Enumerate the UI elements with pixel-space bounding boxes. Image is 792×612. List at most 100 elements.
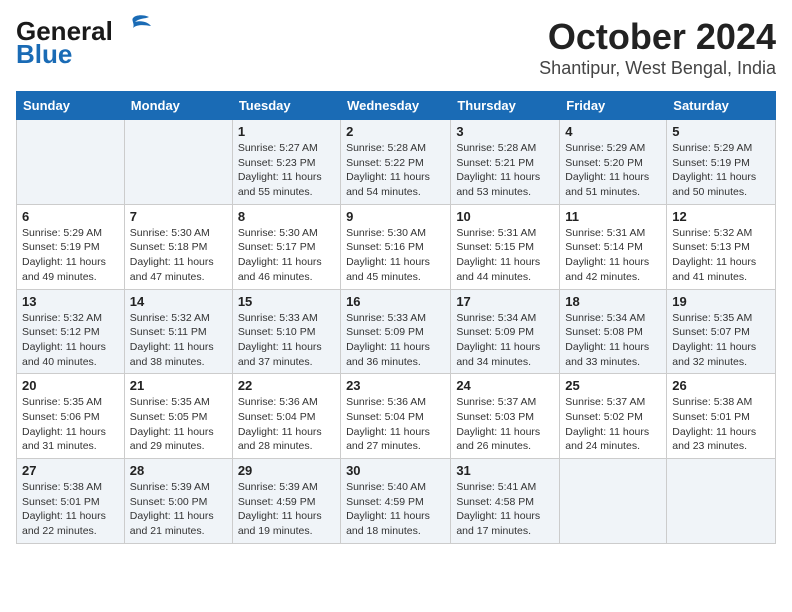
calendar-cell: 30Sunrise: 5:40 AM Sunset: 4:59 PM Dayli…	[341, 459, 451, 544]
header-cell-saturday: Saturday	[667, 92, 776, 120]
calendar-cell: 17 Sunrise: 5:34 AM Sunset: 5:09 PM Dayli…	[451, 289, 560, 374]
day-info: Sunrise: 5:39 AM Sunset: 5:00 PM Dayligh…	[130, 480, 227, 539]
page-title: October 2024	[539, 16, 776, 58]
day-number: 15	[238, 294, 335, 309]
calendar-cell: 7 Sunrise: 5:30 AM Sunset: 5:18 PM Daylig…	[124, 204, 232, 289]
day-info: Sunrise: 5:32 AM Sunset: 5:12 PM Dayligh…	[22, 311, 119, 370]
day-info: Sunrise: 5:28 AM Sunset: 5:21 PM Dayligh…	[456, 141, 554, 200]
day-info: Sunrise: 5:33 AM Sunset: 5:09 PM Dayligh…	[346, 311, 445, 370]
day-info: Sunrise: 5:33 AM Sunset: 5:10 PM Dayligh…	[238, 311, 335, 370]
day-info: Sunrise: 5:34 AM Sunset: 5:09 PM Dayligh…	[456, 311, 554, 370]
day-info: Sunrise: 5:31 AM Sunset: 5:15 PM Dayligh…	[456, 226, 554, 285]
header-cell-sunday: Sunday	[17, 92, 125, 120]
day-number: 10	[456, 209, 554, 224]
day-number: 1	[238, 124, 335, 139]
day-number: 9	[346, 209, 445, 224]
header-cell-friday: Friday	[560, 92, 667, 120]
day-number: 12	[672, 209, 770, 224]
day-info: Sunrise: 5:36 AM Sunset: 5:04 PM Dayligh…	[238, 395, 335, 454]
calendar-cell: 18 Sunrise: 5:34 AM Sunset: 5:08 PM Dayli…	[560, 289, 667, 374]
calendar-cell: 23 Sunrise: 5:36 AM Sunset: 5:04 PM Dayli…	[341, 374, 451, 459]
calendar-cell: 11Sunrise: 5:31 AM Sunset: 5:14 PM Dayli…	[560, 204, 667, 289]
calendar-cell	[17, 120, 125, 205]
day-info: Sunrise: 5:30 AM Sunset: 5:16 PM Dayligh…	[346, 226, 445, 285]
calendar-week-row: 27Sunrise: 5:38 AM Sunset: 5:01 PM Dayli…	[17, 459, 776, 544]
day-number: 13	[22, 294, 119, 309]
calendar-cell: 14 Sunrise: 5:32 AM Sunset: 5:11 PM Dayli…	[124, 289, 232, 374]
day-info: Sunrise: 5:37 AM Sunset: 5:03 PM Dayligh…	[456, 395, 554, 454]
day-number: 19	[672, 294, 770, 309]
calendar-cell: 6 Sunrise: 5:29 AM Sunset: 5:19 PM Daylig…	[17, 204, 125, 289]
header-cell-monday: Monday	[124, 92, 232, 120]
calendar-cell: 20 Sunrise: 5:35 AM Sunset: 5:06 PM Dayli…	[17, 374, 125, 459]
calendar-week-row: 1Sunrise: 5:27 AM Sunset: 5:23 PM Daylig…	[17, 120, 776, 205]
header-cell-wednesday: Wednesday	[341, 92, 451, 120]
calendar-body: 1Sunrise: 5:27 AM Sunset: 5:23 PM Daylig…	[17, 120, 776, 544]
day-info: Sunrise: 5:37 AM Sunset: 5:02 PM Dayligh…	[565, 395, 661, 454]
calendar-table: SundayMondayTuesdayWednesdayThursdayFrid…	[16, 91, 776, 544]
day-number: 16	[346, 294, 445, 309]
day-info: Sunrise: 5:36 AM Sunset: 5:04 PM Dayligh…	[346, 395, 445, 454]
calendar-cell	[560, 459, 667, 544]
day-number: 20	[22, 378, 119, 393]
day-info: Sunrise: 5:29 AM Sunset: 5:19 PM Dayligh…	[22, 226, 119, 285]
day-info: Sunrise: 5:32 AM Sunset: 5:11 PM Dayligh…	[130, 311, 227, 370]
calendar-cell: 19 Sunrise: 5:35 AM Sunset: 5:07 PM Dayli…	[667, 289, 776, 374]
calendar-cell: 2Sunrise: 5:28 AM Sunset: 5:22 PM Daylig…	[341, 120, 451, 205]
day-number: 27	[22, 463, 119, 478]
day-info: Sunrise: 5:31 AM Sunset: 5:14 PM Dayligh…	[565, 226, 661, 285]
calendar-week-row: 13 Sunrise: 5:32 AM Sunset: 5:12 PM Dayli…	[17, 289, 776, 374]
calendar-cell: 26Sunrise: 5:38 AM Sunset: 5:01 PM Dayli…	[667, 374, 776, 459]
calendar-cell: 4Sunrise: 5:29 AM Sunset: 5:20 PM Daylig…	[560, 120, 667, 205]
page-subtitle: Shantipur, West Bengal, India	[539, 58, 776, 79]
logo: General Blue	[16, 16, 151, 70]
day-info: Sunrise: 5:29 AM Sunset: 5:19 PM Dayligh…	[672, 141, 770, 200]
page-header: General Blue October 2024 Shantipur, Wes…	[16, 16, 776, 79]
day-info: Sunrise: 5:30 AM Sunset: 5:17 PM Dayligh…	[238, 226, 335, 285]
header-row: SundayMondayTuesdayWednesdayThursdayFrid…	[17, 92, 776, 120]
day-info: Sunrise: 5:29 AM Sunset: 5:20 PM Dayligh…	[565, 141, 661, 200]
day-number: 29	[238, 463, 335, 478]
day-number: 8	[238, 209, 335, 224]
day-number: 25	[565, 378, 661, 393]
calendar-cell	[667, 459, 776, 544]
day-info: Sunrise: 5:35 AM Sunset: 5:07 PM Dayligh…	[672, 311, 770, 370]
day-number: 24	[456, 378, 554, 393]
calendar-cell: 21Sunrise: 5:35 AM Sunset: 5:05 PM Dayli…	[124, 374, 232, 459]
day-number: 17	[456, 294, 554, 309]
calendar-cell: 3Sunrise: 5:28 AM Sunset: 5:21 PM Daylig…	[451, 120, 560, 205]
day-info: Sunrise: 5:40 AM Sunset: 4:59 PM Dayligh…	[346, 480, 445, 539]
calendar-cell: 10 Sunrise: 5:31 AM Sunset: 5:15 PM Dayli…	[451, 204, 560, 289]
day-number: 21	[130, 378, 227, 393]
day-info: Sunrise: 5:32 AM Sunset: 5:13 PM Dayligh…	[672, 226, 770, 285]
day-info: Sunrise: 5:41 AM Sunset: 4:58 PM Dayligh…	[456, 480, 554, 539]
day-info: Sunrise: 5:39 AM Sunset: 4:59 PM Dayligh…	[238, 480, 335, 539]
logo-block: General Blue	[16, 16, 151, 70]
day-number: 18	[565, 294, 661, 309]
day-number: 31	[456, 463, 554, 478]
day-info: Sunrise: 5:34 AM Sunset: 5:08 PM Dayligh…	[565, 311, 661, 370]
calendar-cell: 13 Sunrise: 5:32 AM Sunset: 5:12 PM Dayli…	[17, 289, 125, 374]
day-number: 14	[130, 294, 227, 309]
logo-bird-icon	[115, 14, 151, 42]
day-number: 5	[672, 124, 770, 139]
day-info: Sunrise: 5:28 AM Sunset: 5:22 PM Dayligh…	[346, 141, 445, 200]
calendar-cell: 22 Sunrise: 5:36 AM Sunset: 5:04 PM Dayli…	[232, 374, 340, 459]
calendar-cell: 16 Sunrise: 5:33 AM Sunset: 5:09 PM Dayli…	[341, 289, 451, 374]
day-number: 23	[346, 378, 445, 393]
calendar-cell: 31 Sunrise: 5:41 AM Sunset: 4:58 PM Dayli…	[451, 459, 560, 544]
calendar-cell: 12 Sunrise: 5:32 AM Sunset: 5:13 PM Dayli…	[667, 204, 776, 289]
day-number: 22	[238, 378, 335, 393]
calendar-cell: 27Sunrise: 5:38 AM Sunset: 5:01 PM Dayli…	[17, 459, 125, 544]
day-info: Sunrise: 5:30 AM Sunset: 5:18 PM Dayligh…	[130, 226, 227, 285]
day-number: 6	[22, 209, 119, 224]
calendar-cell: 9 Sunrise: 5:30 AM Sunset: 5:16 PM Daylig…	[341, 204, 451, 289]
day-number: 7	[130, 209, 227, 224]
header-cell-thursday: Thursday	[451, 92, 560, 120]
day-info: Sunrise: 5:38 AM Sunset: 5:01 PM Dayligh…	[672, 395, 770, 454]
header-cell-tuesday: Tuesday	[232, 92, 340, 120]
title-block: October 2024 Shantipur, West Bengal, Ind…	[539, 16, 776, 79]
calendar-cell: 8 Sunrise: 5:30 AM Sunset: 5:17 PM Daylig…	[232, 204, 340, 289]
day-info: Sunrise: 5:35 AM Sunset: 5:06 PM Dayligh…	[22, 395, 119, 454]
calendar-cell: 29 Sunrise: 5:39 AM Sunset: 4:59 PM Dayli…	[232, 459, 340, 544]
